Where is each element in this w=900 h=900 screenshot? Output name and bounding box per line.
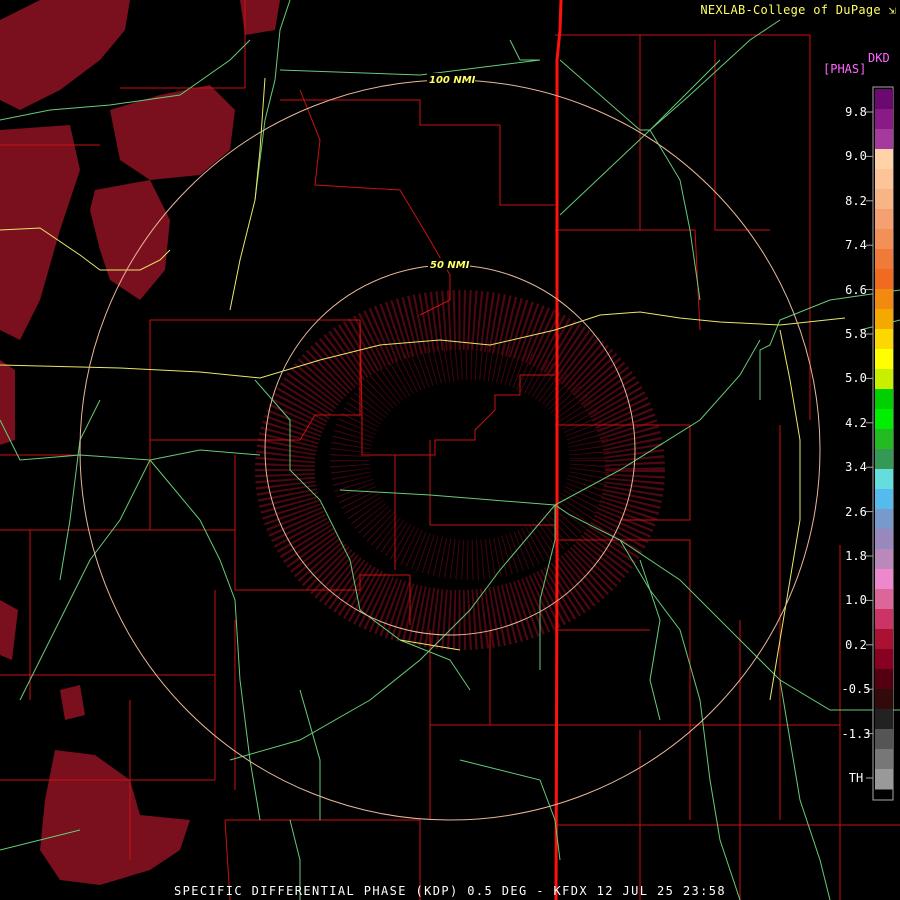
colorbar-swatch [875, 209, 893, 230]
colorbar-tick-label: 1.0 [845, 593, 867, 608]
colorbar-swatch [875, 389, 893, 410]
colorbar-tick-label: 5.8 [845, 327, 867, 341]
logo-icon: ⇲ [888, 3, 896, 17]
colorbar-swatch [875, 429, 893, 450]
colorbar-swatch [875, 729, 893, 750]
product-title: SPECIFIC DIFFERENTIAL PHASE (KDP) 0.5 DE… [174, 884, 726, 898]
colorbar-swatch [875, 329, 893, 350]
colorbar-tick-label: 8.2 [845, 193, 867, 208]
colorbar-swatch [875, 529, 893, 550]
colorbar-swatch [875, 409, 893, 430]
colorbar-swatch [875, 89, 893, 110]
colorbar-tick-label: 1.8 [845, 549, 867, 563]
colorbar-swatch [875, 189, 893, 210]
colorbar-swatch [875, 609, 893, 630]
colorbar-swatch [875, 369, 893, 390]
ring-label-100: 100 NMI [429, 75, 476, 86]
colorbar-swatch [875, 549, 893, 570]
colorbar-tick-label: 0.2 [845, 637, 867, 652]
colorbar-tick-label: 9.8 [845, 105, 867, 119]
colorbar-swatch [875, 629, 893, 650]
colorbar-swatch [875, 569, 893, 590]
colorbar-tick-label: 9.0 [845, 149, 867, 164]
radar-map: 50 NMI 100 NMI [0, 0, 900, 900]
colorbar-tick-label: -0.5 [841, 682, 871, 697]
ring-label-50: 50 NMI [430, 260, 470, 271]
colorbar-tick-label: 3.4 [845, 460, 867, 475]
colorbar-tick-label: 5.0 [845, 371, 867, 386]
colorbar-swatch [875, 589, 893, 610]
colorbar-swatch [875, 469, 893, 490]
colorbar-swatch [875, 689, 893, 710]
colorbar-tick-label: TH [848, 771, 864, 785]
colorbar-swatch [875, 669, 893, 690]
colorbar-swatch [875, 769, 893, 790]
colorbar-swatch [875, 129, 893, 150]
colorbar-tick-label: 4.2 [845, 415, 867, 430]
colorbar-swatch [875, 749, 893, 770]
colorbar-swatch [875, 249, 893, 270]
colorbar-swatch [875, 309, 893, 330]
colorbar-swatch [875, 269, 893, 290]
colorbar-swatch [875, 169, 893, 190]
colorbar-swatch [875, 349, 893, 370]
colorbar-swatch [875, 149, 893, 170]
colorbar-tick-label: 6.6 [845, 282, 867, 297]
colorbar-tick-label: -1.3 [841, 726, 871, 741]
colorbar-swatch [875, 509, 893, 530]
colorbar-tick-label: 7.4 [845, 238, 867, 253]
colorbar-tick-label: 2.6 [845, 504, 867, 519]
colorbar-swatch [875, 449, 893, 470]
colorbar-swatch [875, 489, 893, 510]
colorbar-units: [PHAS] [823, 62, 867, 76]
colorbar-product-code: DKD [868, 51, 890, 65]
colorbar-swatch [875, 229, 893, 250]
colorbar-swatch [875, 649, 893, 670]
credit-label: NEXLAB-College of DuPage ⇲ [700, 3, 896, 17]
colorbar-swatch [875, 289, 893, 310]
colorbar-swatch [875, 109, 893, 130]
colorbar-swatch [875, 709, 893, 730]
